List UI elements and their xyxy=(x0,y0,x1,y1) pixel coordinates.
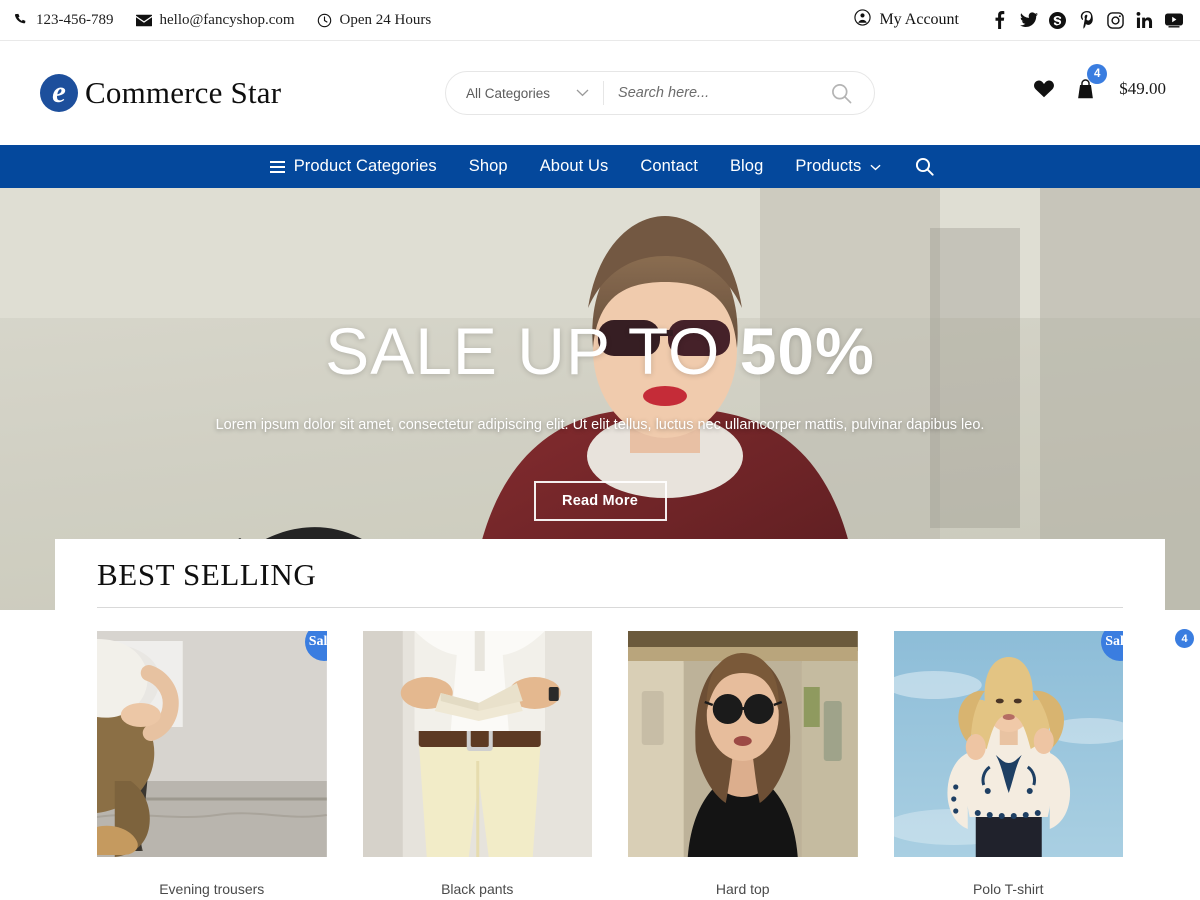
phone-icon xyxy=(14,13,28,27)
section-title: BEST SELLING xyxy=(97,557,317,592)
product-image-evening-trousers xyxy=(97,631,327,857)
read-more-button[interactable]: Read More xyxy=(533,481,667,521)
email-contact[interactable]: hello@fancyshop.com xyxy=(135,11,317,29)
best-selling-section: BEST SELLING Sal Evening trousers Black … xyxy=(55,539,1165,900)
nav-label-about-us: About Us xyxy=(539,157,609,175)
wishlist-heart-icon[interactable] xyxy=(1034,80,1055,98)
nav-search-icon[interactable] xyxy=(897,157,946,176)
nav-item-about-us[interactable]: About Us xyxy=(524,157,625,176)
product-thumbnail[interactable] xyxy=(362,631,592,857)
social-links xyxy=(985,7,1188,33)
product-card[interactable]: Hard top xyxy=(628,631,858,897)
nav-label-products: Products xyxy=(795,157,862,175)
user-circle-icon xyxy=(854,9,872,31)
hamburger-icon xyxy=(269,160,285,173)
search-input[interactable] xyxy=(604,85,831,101)
product-thumbnail[interactable]: Sale! xyxy=(97,631,327,857)
search-icon[interactable] xyxy=(831,83,874,104)
product-name: Evening trousers xyxy=(159,881,265,897)
chevron-down-icon xyxy=(576,84,589,102)
nav-label-product-categories: Product Categories xyxy=(293,157,437,175)
top-utility-bar: 123-456-789 hello@fancyshop.com Open 24 … xyxy=(0,0,1200,41)
instagram-icon[interactable] xyxy=(1101,7,1130,33)
hero-title: SALE UP TO 50% xyxy=(325,318,875,384)
nav-items: Product Categories Shop About Us Contact… xyxy=(254,157,947,176)
nav-item-blog[interactable]: Blog xyxy=(714,157,779,176)
cart-count-badge: 4 xyxy=(1087,64,1108,84)
nav-item-contact[interactable]: Contact xyxy=(624,157,714,176)
floating-cart-count-badge[interactable]: 4 xyxy=(1175,629,1194,648)
skype-icon[interactable] xyxy=(1043,7,1072,33)
logo-text: Commerce Star xyxy=(85,75,282,110)
cart-bag-icon[interactable]: 4 xyxy=(1074,64,1108,100)
topbar-contact-group: 123-456-789 hello@fancyshop.com Open 24 … xyxy=(0,12,453,29)
pinterest-icon[interactable] xyxy=(1072,7,1101,33)
hero-subtitle: Lorem ipsum dolor sit amet, consectetur … xyxy=(215,417,985,433)
category-select-label: All Categories xyxy=(466,85,551,101)
page-root: 123-456-789 hello@fancyshop.com Open 24 … xyxy=(0,0,1200,900)
topbar-right-group: My Account xyxy=(854,7,1200,33)
product-card[interactable]: Black pants xyxy=(362,631,592,897)
nav-label-shop: Shop xyxy=(468,157,508,175)
email-address: hello@fancyshop.com xyxy=(159,11,295,28)
hero-title-bold: 50% xyxy=(739,314,875,388)
product-thumbnail[interactable] xyxy=(628,631,858,857)
product-card[interactable]: Sale! Polo T-shirt xyxy=(893,631,1123,897)
nav-item-product-categories[interactable]: Product Categories xyxy=(254,157,453,176)
search-bar: All Categories xyxy=(445,71,875,115)
product-thumbnail[interactable]: Sale! xyxy=(893,631,1123,857)
clock-icon xyxy=(317,13,332,28)
phone-contact[interactable]: 123-456-789 xyxy=(14,12,136,29)
my-account-link[interactable]: My Account xyxy=(854,9,959,31)
twitter-icon[interactable] xyxy=(1014,7,1043,33)
section-header: BEST SELLING xyxy=(55,539,1165,608)
hours-info: Open 24 Hours xyxy=(317,12,454,29)
product-grid: Sale! Evening trousers xyxy=(55,608,1165,897)
chevron-down-icon xyxy=(870,157,881,176)
product-name: Black pants xyxy=(441,881,514,897)
nav-item-products[interactable]: Products xyxy=(779,157,897,176)
my-account-label: My Account xyxy=(879,11,959,28)
main-navigation: Product Categories Shop About Us Contact… xyxy=(0,145,1200,188)
cart-total-amount: $49.00 xyxy=(1119,79,1166,98)
phone-number: 123-456-789 xyxy=(36,11,114,28)
product-name: Polo T-shirt xyxy=(972,881,1044,897)
linkedin-icon[interactable] xyxy=(1130,7,1159,33)
header-cart-group: 4 $49.00 xyxy=(1034,64,1166,100)
hero-title-light: SALE UP TO xyxy=(325,314,740,388)
product-image-hard-top xyxy=(628,631,858,857)
logo-mark-icon: e xyxy=(40,74,78,112)
hours-text: Open 24 Hours xyxy=(339,11,432,28)
product-image-polo-tshirt xyxy=(893,631,1123,857)
product-card[interactable]: Sale! Evening trousers xyxy=(97,631,327,897)
product-name: Hard top xyxy=(715,881,770,897)
site-logo[interactable]: e Commerce Star xyxy=(0,74,281,112)
nav-label-contact: Contact xyxy=(640,157,698,175)
product-image-black-pants xyxy=(362,631,592,857)
facebook-icon[interactable] xyxy=(985,7,1014,33)
nav-label-blog: Blog xyxy=(729,157,764,175)
category-select[interactable]: All Categories xyxy=(446,72,603,114)
envelope-icon xyxy=(135,14,152,27)
youtube-icon[interactable] xyxy=(1159,7,1188,33)
nav-item-shop[interactable]: Shop xyxy=(453,157,524,176)
